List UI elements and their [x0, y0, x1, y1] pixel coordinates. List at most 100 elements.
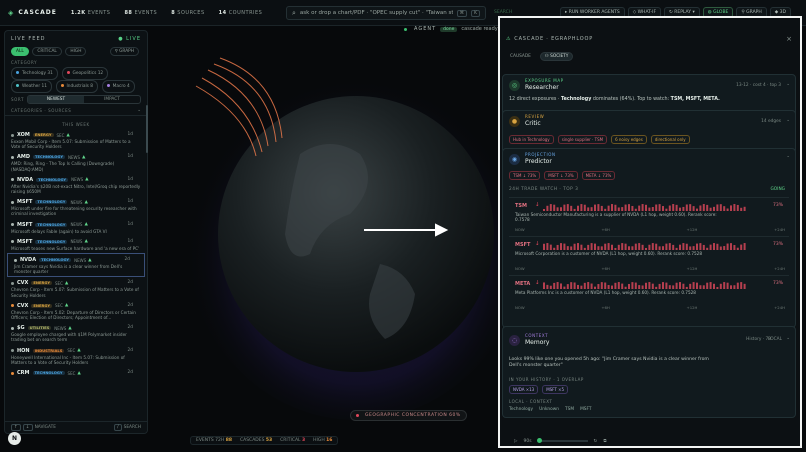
sort-impact[interactable]: IMPACT — [84, 96, 140, 103]
category-macro[interactable]: Macro 4 — [101, 80, 135, 93]
spark-bar — [628, 204, 630, 211]
feed-item-type: SEC — [67, 370, 76, 376]
spark-bar — [716, 243, 719, 250]
app-logo-icon[interactable]: N — [8, 432, 21, 445]
category-industrials[interactable]: Industrials 8 — [55, 80, 99, 93]
feed-item[interactable]: NVDA TECHNOLOGY NEWS ▲ 2d Jim Cramer says Nvi… — [7, 253, 145, 278]
feed-item[interactable]: MSFT TECHNOLOGY NEWS ▲ 1d Microsoft delays Fa… — [5, 219, 147, 236]
spark-bar — [648, 244, 651, 250]
local-toggle[interactable]: LOCAL — [768, 337, 782, 342]
chevron-down-icon[interactable]: ⌄ — [786, 118, 790, 123]
spark-bar — [617, 207, 620, 211]
sources-toggle[interactable]: CATEGORIES · SOURCES ⌄ — [5, 106, 147, 116]
spark-bar — [638, 243, 641, 250]
spark-bar — [692, 282, 695, 289]
warning-icon: ▲ — [84, 239, 88, 245]
category-weather[interactable]: Weather 11 — [11, 80, 52, 93]
feed-item-type: NEWS — [70, 222, 83, 228]
chevron-down-icon[interactable]: ⌄ — [786, 336, 790, 341]
feed-item[interactable]: XOM ENERGY SEC ▲ 1d Exxon Mobil Corp - Item 5… — [5, 129, 147, 151]
feed-item[interactable]: HON INDUSTRIALS SEC ▲ 2d Honeywell Internatio… — [5, 345, 147, 367]
filter-all[interactable]: ALL — [11, 47, 29, 56]
warning-icon: ▲ — [88, 257, 92, 263]
feed-item[interactable]: MSFT TECHNOLOGY NEWS ▲ 1d Microsoft under fir… — [5, 196, 147, 218]
category-filters: CATEGORY Technology 31 Geopolitics 12 We… — [5, 56, 147, 93]
predictor-card[interactable]: ◉ PROJECTION Predictor ⌃ TSM ↓ 73% MSFT … — [502, 148, 796, 328]
category-geopolitics[interactable]: Geopolitics 12 — [61, 67, 109, 80]
feed-item[interactable]: CRM TECHNOLOGY SEC ▲ 2d — [5, 367, 147, 379]
feed-item[interactable]: MSFT TECHNOLOGY NEWS ▲ 1d Microsoft teases ne… — [5, 236, 147, 253]
spark-bar — [662, 246, 664, 250]
feed-item[interactable]: $G UTILITIES NEWS ▲ 2d Google employee charge… — [5, 322, 147, 344]
spark-bar — [730, 243, 732, 250]
feed-item[interactable]: NVDA TECHNOLOGY NEWS ▲ 1d After Nvidia's $20B… — [5, 174, 147, 196]
spark-bar — [658, 246, 661, 250]
spark-bar — [604, 282, 607, 289]
critic-flag: directional only — [650, 135, 690, 144]
memory-card[interactable]: ◌ CONTEXT Memory History · 78 LOCAL ⌄ Lo… — [502, 326, 796, 418]
trade-watch-row[interactable]: MSFT ↓ 73% Microsoft Corporation is a custo… — [509, 236, 789, 272]
filter-high[interactable]: HIGH — [65, 47, 87, 56]
reset-icon[interactable]: ↻ — [594, 439, 598, 444]
spark-bar — [736, 247, 739, 250]
spark-bar — [662, 206, 664, 211]
spark-bar — [736, 204, 739, 211]
search-input[interactable]: ask or drop a chart/PDF · "OPEC supply c… — [300, 10, 453, 16]
globe-stats-bar: EVENTS 72H 88 CASCADES 53 CRITICAL 3 HIG… — [190, 436, 339, 445]
search-bar[interactable]: ⌕ ask or drop a chart/PDF · "OPEC supply… — [286, 6, 486, 20]
spark-bar — [563, 286, 566, 289]
spark-bar — [549, 244, 552, 250]
feed-item[interactable]: CVX ENERGY SEC ▲ 2d Chevron Corp - Item 5.07:… — [5, 277, 147, 299]
tab-causade[interactable]: CAUSADE — [506, 53, 535, 60]
spark-bar — [651, 283, 654, 289]
feed-item-type: SEC — [55, 280, 63, 286]
panel-title: CASCADE · EGRAPHLOOP — [514, 36, 594, 42]
spark-bar — [675, 247, 678, 250]
researcher-name: Researcher — [525, 84, 559, 91]
critic-name: Critic — [525, 120, 541, 127]
spark-bar — [740, 244, 743, 250]
projection-icon: ◉ — [509, 154, 520, 165]
spark-bar — [604, 243, 607, 250]
globe-view[interactable] — [150, 34, 498, 434]
slider-thumb[interactable] — [536, 438, 542, 443]
feed-item-ticker: MSFT — [17, 221, 33, 228]
chevron-down-icon[interactable]: ⌄ — [786, 82, 790, 87]
playback-speed[interactable]: 90s — [523, 439, 531, 444]
spark-bar — [631, 205, 634, 211]
replay-slider[interactable] — [536, 438, 588, 443]
trade-watch-row[interactable]: TSM ↓ 73% Taiwan Semiconductor Manufacturin… — [509, 197, 789, 233]
spark-bar — [590, 283, 593, 289]
chevron-up-icon[interactable]: ⌃ — [786, 156, 790, 161]
close-icon[interactable]: × — [786, 35, 792, 43]
sort-newest[interactable]: NEWEST — [28, 96, 85, 103]
spark-bar — [662, 282, 664, 289]
feed-item[interactable]: AMD TECHNOLOGY NEWS ▲ 1d AMD: Ring, Ring - Th… — [5, 151, 147, 173]
spark-bar — [614, 247, 617, 250]
trade-reason: Meta Platforms Inc is a customer of NVDA… — [515, 290, 696, 295]
graph-filter-button[interactable]: ⚲ GRAPH — [109, 47, 139, 56]
feed-footer: ↑ ↓ NAVIGATE / SEARCH — [5, 421, 147, 433]
feed-item[interactable]: CVX ENERGY SEC ▲ 2d Chevron Corp - Item 5.02:… — [5, 300, 147, 322]
feed-item-dot — [11, 304, 14, 308]
spark-bar — [617, 244, 620, 250]
spark-bar — [546, 243, 549, 250]
spark-bar — [560, 283, 562, 289]
feed-item-age: 1d — [127, 154, 133, 160]
spark-bar — [648, 282, 651, 289]
spark-bar — [672, 204, 675, 211]
spark-bar — [702, 204, 705, 211]
category-technology[interactable]: Technology 31 — [11, 67, 58, 80]
layers-icon[interactable]: ⧉ — [603, 438, 606, 444]
trade-watch-row[interactable]: META ↓ 73% Meta Platforms Inc is a customer… — [509, 275, 789, 311]
spark-bar — [665, 243, 668, 250]
spark-bar — [645, 204, 647, 211]
filter-critical[interactable]: CRITICAL — [32, 47, 62, 56]
predictor-kind: PROJECTION — [525, 152, 556, 157]
feed-scrollbar[interactable] — [146, 105, 148, 153]
spark-bar — [607, 205, 610, 211]
feed-item-age: 2d — [124, 257, 130, 263]
play-icon[interactable]: ▷ — [514, 439, 517, 444]
tab-society[interactable]: ⚇ SOCIETY — [539, 52, 574, 61]
brand[interactable]: ◈ CASCADE — [8, 9, 57, 17]
